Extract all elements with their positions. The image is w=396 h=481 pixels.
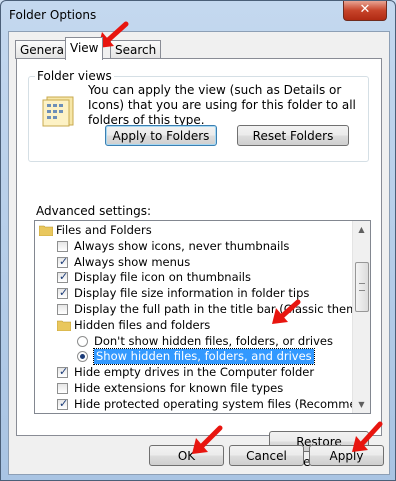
apply-to-folders-button[interactable]: Apply to Folders bbox=[105, 125, 217, 146]
checkbox[interactable]: ✓ bbox=[57, 270, 69, 284]
option-label: Hide extensions for known file types bbox=[74, 380, 284, 395]
checkbox-option-row[interactable]: ✓ Hide protected operating system files (… bbox=[35, 396, 370, 413]
radio-option-row[interactable]: Show hidden files, folders, and drives bbox=[35, 348, 353, 366]
option-label: Don't show hidden files, folders, or dri… bbox=[94, 333, 334, 348]
option-label: Hide empty drives in the Computer folder bbox=[74, 365, 315, 380]
radio-button[interactable] bbox=[77, 335, 88, 347]
option-label: Display file size information in folder … bbox=[74, 286, 310, 301]
folder-views-description: You can apply the view (such as Details … bbox=[88, 83, 356, 127]
view-tab-panel: Folder views You can apply the view (suc… bbox=[16, 58, 382, 469]
dialog-body: General View Search Folder views You can… bbox=[8, 31, 390, 475]
folder-options-window: Folder Options ✕ General View Search Fol… bbox=[0, 0, 396, 481]
checkmark-icon: ✓ bbox=[59, 286, 69, 300]
checkmark-icon: ✓ bbox=[59, 254, 69, 268]
radio-button[interactable] bbox=[77, 351, 88, 363]
checkbox[interactable] bbox=[57, 240, 68, 252]
checkbox-option-row[interactable]: Hide extensions for known file types bbox=[35, 381, 353, 397]
option-label: Files and Folders bbox=[56, 223, 152, 237]
tab-view-label: View bbox=[70, 41, 99, 55]
window-title: Folder Options bbox=[9, 8, 97, 22]
scroll-up-icon[interactable]: ▲ bbox=[353, 221, 370, 238]
tree-folder-row: Files and Folders bbox=[35, 223, 353, 239]
option-label: Always show icons, never thumbnails bbox=[74, 238, 290, 253]
apply-button[interactable]: Apply bbox=[309, 445, 384, 466]
checkbox[interactable] bbox=[57, 382, 68, 394]
checkbox-option-row[interactable]: ✓ Display file size information in folder… bbox=[35, 286, 353, 302]
folder-icon bbox=[57, 320, 71, 331]
checkmark-icon: ✓ bbox=[59, 365, 69, 379]
advanced-settings-tree[interactable]: Files and Folders Always show icons, neve… bbox=[34, 220, 371, 414]
tab-general-label: General bbox=[20, 43, 68, 57]
scroll-down-icon[interactable]: ▼ bbox=[353, 396, 370, 413]
tree-folder-row: Hidden files and folders bbox=[35, 318, 353, 334]
tab-view[interactable]: View bbox=[65, 37, 104, 60]
option-label: Always show menus bbox=[74, 254, 191, 269]
vertical-scrollbar[interactable]: ▲ ▼ bbox=[352, 221, 370, 413]
reset-folders-button[interactable]: Reset Folders bbox=[237, 125, 349, 146]
folder-views-label: Folder views bbox=[35, 69, 114, 83]
checkbox[interactable]: ✓ bbox=[57, 286, 69, 300]
radio-option-row[interactable]: Don't show hidden files, folders, or dri… bbox=[35, 334, 353, 350]
ok-button[interactable]: OK bbox=[149, 445, 224, 466]
folder-views-icon bbox=[42, 96, 74, 127]
advanced-settings-label: Advanced settings: bbox=[36, 204, 151, 218]
tab-search-label: Search bbox=[115, 43, 157, 57]
cancel-button[interactable]: Cancel bbox=[229, 445, 304, 466]
checkmark-icon: ✓ bbox=[59, 270, 69, 284]
close-button[interactable]: ✕ bbox=[343, 1, 387, 21]
checkbox-option-row[interactable]: ✓ Display file icon on thumbnails bbox=[35, 270, 353, 286]
checkbox[interactable]: ✓ bbox=[57, 365, 69, 379]
checkbox-option-row[interactable]: ✓ Hide empty drives in the Computer folde… bbox=[35, 365, 353, 381]
tab-search[interactable]: Search bbox=[110, 40, 162, 59]
folder-views-group: Folder views You can apply the view (suc… bbox=[28, 69, 369, 162]
checkbox[interactable]: ✓ bbox=[57, 254, 69, 268]
checkmark-icon: ✓ bbox=[59, 396, 69, 410]
checkbox-option-row[interactable]: Always show icons, never thumbnails bbox=[35, 239, 353, 255]
checkbox[interactable]: ✓ bbox=[57, 396, 69, 410]
advanced-settings-list: Files and Folders Always show icons, neve… bbox=[35, 223, 370, 413]
checkbox-option-row[interactable]: Display the full path in the title bar (… bbox=[35, 302, 370, 318]
option-label: Display the full path in the title bar (… bbox=[74, 301, 371, 316]
checkbox-option-row[interactable]: ✓ Always show menus bbox=[35, 255, 353, 271]
checkbox[interactable] bbox=[57, 303, 68, 315]
title-bar[interactable]: Folder Options ✕ bbox=[1, 1, 395, 31]
option-label: Hide protected operating system files (R… bbox=[74, 396, 371, 411]
option-label: Display file icon on thumbnails bbox=[74, 270, 251, 285]
close-icon: ✕ bbox=[359, 2, 371, 17]
tab-general[interactable]: General bbox=[15, 40, 73, 59]
option-label: Hidden files and folders bbox=[74, 317, 211, 332]
option-label: Show hidden files, folders, and drives bbox=[93, 348, 315, 366]
radio-dot-icon bbox=[80, 354, 85, 360]
folder-icon bbox=[39, 225, 53, 236]
scrollbar-thumb[interactable] bbox=[355, 262, 369, 312]
